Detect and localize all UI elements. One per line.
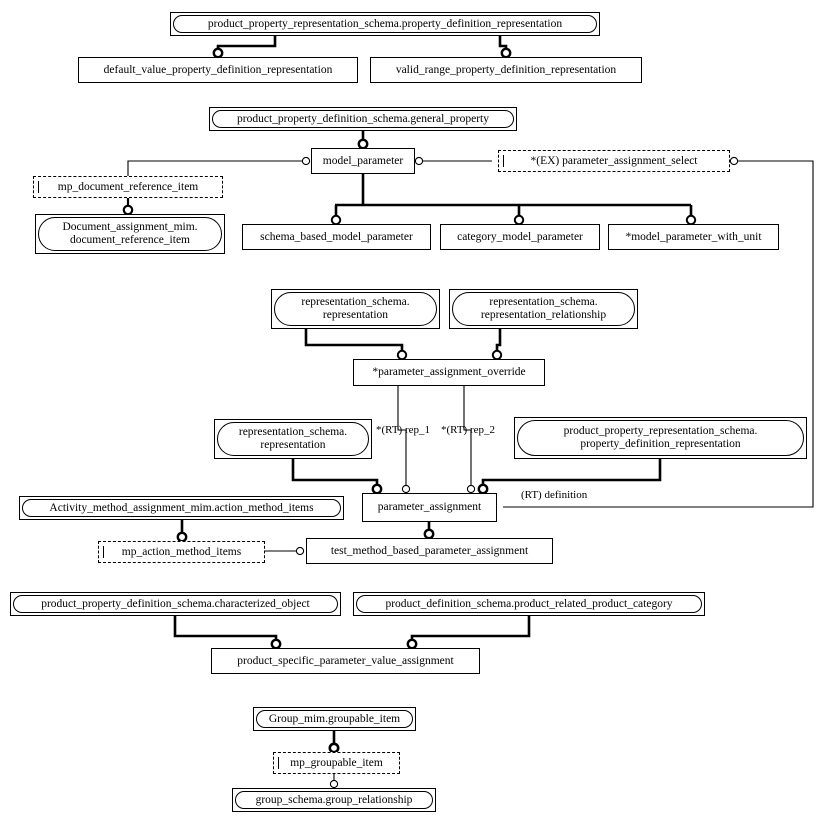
entity-box-n26[interactable]: group_schema.group_relationship bbox=[232, 788, 436, 812]
entity-box-n6[interactable]: *(EX) parameter_assignment_select bbox=[498, 150, 730, 172]
entity-box-n12[interactable]: representation_schema. representation bbox=[271, 289, 440, 329]
entity-label: mp_document_reference_item bbox=[57, 180, 199, 193]
entity-box-n16[interactable]: product_property_representation_schema. p… bbox=[514, 417, 807, 459]
express-g-diagram: product_property_representation_schema.p… bbox=[0, 0, 823, 824]
edge-label-e1: *(RT) rep_1 bbox=[376, 424, 431, 436]
entity-label: Document_assignment_mim. document_referen… bbox=[38, 217, 222, 251]
entity-label: product_property_representation_schema.p… bbox=[173, 15, 597, 33]
entity-label: product_property_representation_schema.p… bbox=[517, 420, 804, 456]
entity-box-n18[interactable]: parameter_assignment bbox=[362, 493, 497, 522]
entity-box-n2[interactable]: default_value_property_definition_repres… bbox=[78, 57, 358, 83]
entity-box-n3[interactable]: valid_range_property_definition_represen… bbox=[370, 57, 642, 83]
entity-label: category_model_parameter bbox=[457, 230, 583, 243]
entity-label: representation_schema. representation bbox=[274, 292, 437, 326]
entity-label: test_method_based_parameter_assignment bbox=[330, 544, 529, 557]
entity-box-n15[interactable]: representation_schema. representation bbox=[214, 419, 372, 459]
entity-label: Group_mim.groupable_item bbox=[256, 710, 413, 728]
entity-box-n1[interactable]: product_property_representation_schema.p… bbox=[170, 12, 600, 36]
entity-label: mp_action_method_items bbox=[121, 545, 242, 558]
dashed-left-tick bbox=[278, 757, 279, 769]
entity-label: product_definition_schema.product_relate… bbox=[356, 595, 702, 613]
entity-label: parameter_assignment bbox=[377, 501, 482, 513]
entity-label: *parameter_assignment_override bbox=[372, 366, 526, 378]
entity-box-n8[interactable]: Document_assignment_mim. document_referen… bbox=[35, 214, 225, 254]
entity-label: schema_based_model_parameter bbox=[260, 230, 413, 243]
entity-box-n11[interactable]: *model_parameter_with_unit bbox=[608, 224, 779, 250]
entity-label: product_specific_parameter_value_assignm… bbox=[237, 654, 454, 667]
edge-label-e3: (RT) definition bbox=[521, 489, 588, 501]
dashed-left-tick bbox=[103, 546, 104, 558]
entity-label: valid_range_property_definition_represen… bbox=[395, 63, 617, 76]
entity-label: group_schema.group_relationship bbox=[235, 791, 433, 809]
entity-label: product_property_definition_schema.gener… bbox=[212, 110, 514, 128]
entity-box-n9[interactable]: schema_based_model_parameter bbox=[242, 224, 431, 250]
entity-label: representation_schema. representation_rel… bbox=[452, 292, 635, 326]
entity-box-n4[interactable]: product_property_definition_schema.gener… bbox=[209, 107, 517, 131]
entity-label: mp_groupable_item bbox=[290, 756, 383, 769]
entity-box-n7[interactable]: mp_document_reference_item bbox=[33, 176, 223, 198]
entity-box-n10[interactable]: category_model_parameter bbox=[440, 224, 600, 250]
entity-label: model_parameter bbox=[322, 154, 404, 167]
dashed-left-tick bbox=[38, 181, 39, 193]
entity-box-n14[interactable]: *parameter_assignment_override bbox=[353, 359, 545, 386]
entity-box-n5[interactable]: model_parameter bbox=[311, 148, 415, 174]
entity-box-n23[interactable]: product_specific_parameter_value_assignm… bbox=[211, 648, 480, 674]
entity-box-n20[interactable]: test_method_based_parameter_assignment bbox=[306, 538, 553, 564]
entity-label: Activity_method_assignment_mim.action_me… bbox=[22, 499, 341, 517]
entity-label: product_property_definition_schema.chara… bbox=[13, 595, 338, 613]
entity-label: *model_parameter_with_unit bbox=[625, 230, 762, 243]
entity-box-n22[interactable]: product_definition_schema.product_relate… bbox=[353, 592, 705, 616]
entity-box-n17[interactable]: Activity_method_assignment_mim.action_me… bbox=[19, 496, 344, 520]
entity-box-n24[interactable]: Group_mim.groupable_item bbox=[253, 707, 416, 731]
dashed-left-tick bbox=[503, 155, 504, 167]
entity-box-n25[interactable]: mp_groupable_item bbox=[273, 752, 400, 774]
entity-box-n21[interactable]: product_property_definition_schema.chara… bbox=[10, 592, 341, 616]
entity-box-n19[interactable]: mp_action_method_items bbox=[98, 541, 265, 563]
edge-label-e2: *(RT) rep_2 bbox=[441, 424, 496, 436]
entity-box-n13[interactable]: representation_schema. representation_rel… bbox=[449, 289, 638, 329]
entity-label: representation_schema. representation bbox=[217, 422, 369, 456]
entity-label: default_value_property_definition_repres… bbox=[103, 63, 333, 76]
entity-label: *(EX) parameter_assignment_select bbox=[530, 154, 698, 167]
